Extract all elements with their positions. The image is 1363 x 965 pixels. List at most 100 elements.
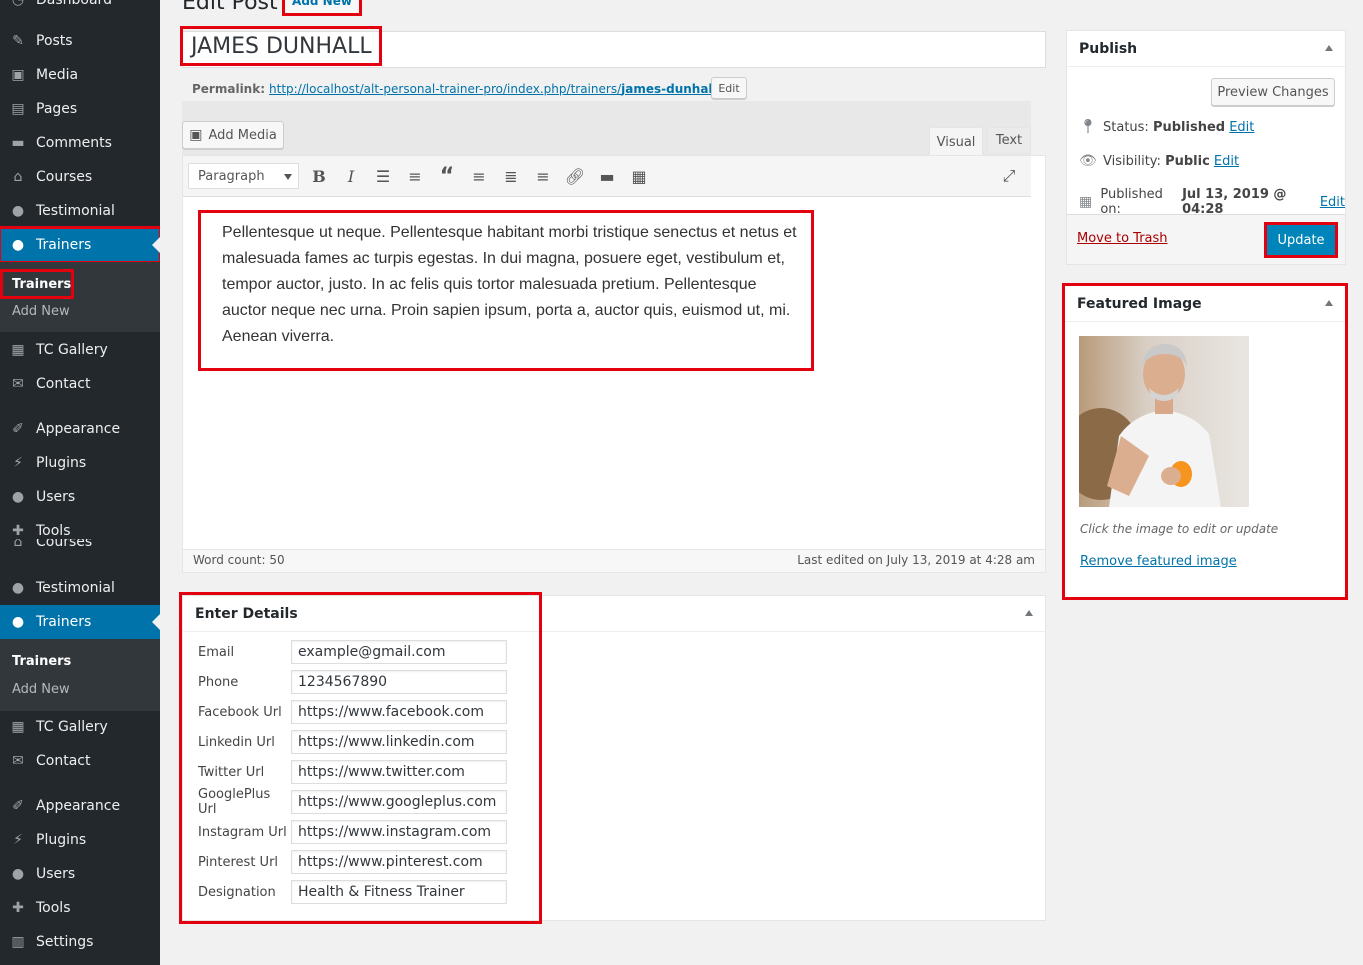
tab-text[interactable]: Text (987, 127, 1031, 154)
status-value: Published (1152, 119, 1226, 135)
gallery-icon: ▦ (11, 719, 25, 735)
email-input[interactable]: example@gmail.com (291, 640, 507, 664)
last-edited: Last edited on July 13, 2019 at 4:28 am (797, 553, 1035, 567)
phone-input[interactable]: 1234567890 (291, 670, 507, 694)
menu-label: Users (36, 489, 76, 505)
menu-users-2[interactable]: ● Users (0, 857, 160, 891)
menu-media[interactable]: ▣ Media (0, 58, 160, 92)
details-header[interactable]: Enter Details (183, 596, 1045, 632)
status-label: Status: (1103, 119, 1149, 135)
toolbar-toggle-icon[interactable]: ▦ (623, 161, 655, 191)
tab-visual[interactable]: Visual (929, 127, 983, 156)
instagram-input[interactable]: https://www.instagram.com (291, 820, 507, 844)
add-media-button[interactable]: ▣ Add Media (182, 121, 284, 149)
menu-pages[interactable]: ▤ Pages (0, 92, 160, 126)
menu-testimonial-2[interactable]: ● Testimonial (0, 571, 160, 605)
update-button[interactable]: Update (1264, 222, 1338, 258)
permalink-slug[interactable]: james-dunhall (621, 82, 717, 96)
pinterest-input[interactable]: https://www.pinterest.com (291, 850, 507, 874)
remove-featured-image-link[interactable]: Remove featured image (1080, 554, 1237, 569)
featured-header[interactable]: Featured Image (1065, 286, 1345, 322)
post-title[interactable]: JAMES DUNHALL (180, 26, 382, 66)
align-left-icon[interactable]: ≡ (463, 161, 495, 191)
published-value: Jul 13, 2019 @ 04:28 (1182, 187, 1287, 217)
submenu-trainers[interactable]: Trainers (0, 269, 74, 299)
menu-dashboard[interactable]: ◔ Dashboard (0, 0, 160, 17)
field-phone: Phone 1234567890 (198, 670, 528, 694)
menu-tc-gallery[interactable]: ▦ TC Gallery (0, 333, 160, 367)
menu-comments[interactable]: ▬ Comments (0, 126, 160, 160)
visibility-value: Public (1165, 153, 1210, 169)
pin-icon: 📍︎ (1079, 119, 1097, 135)
submenu-add-new[interactable]: Add New (0, 297, 160, 325)
publish-header[interactable]: Publish (1067, 31, 1345, 67)
collapse-arrow-icon[interactable] (1325, 300, 1333, 306)
menu-contact[interactable]: ✉ Contact (0, 367, 160, 401)
permalink-edit-button[interactable]: Edit (711, 77, 747, 99)
menu-appearance-2[interactable]: ✐ Appearance (0, 789, 160, 823)
visibility-edit-link[interactable]: Edit (1214, 154, 1239, 169)
format-value: Paragraph (198, 168, 265, 184)
permalink-label: Permalink: (192, 82, 266, 96)
mail-icon: ✉ (12, 753, 24, 769)
link-icon[interactable]: 🔗︎ (559, 161, 591, 191)
featured-title: Featured Image (1077, 295, 1202, 312)
blockquote-icon[interactable]: “ (431, 161, 463, 191)
designation-input[interactable]: Health & Fitness Trainer (291, 880, 507, 904)
calendar-icon: ▦ (1079, 194, 1093, 210)
submenu-add-new[interactable]: Add New (0, 675, 160, 703)
menu-label: Plugins (36, 832, 87, 848)
gallery-icon: ▦ (11, 342, 25, 358)
read-more-icon[interactable]: ▬ (591, 161, 623, 191)
googleplus-input[interactable]: https://www.googleplus.com (291, 790, 507, 814)
collapse-arrow-icon[interactable] (1025, 610, 1033, 616)
bullet-list-icon[interactable]: ☰ (367, 161, 399, 191)
fullscreen-icon[interactable]: ⤢ (993, 161, 1025, 191)
menu-appearance[interactable]: ✐ Appearance (0, 412, 160, 446)
menu-label: Settings (36, 934, 94, 950)
trainers-submenu-2: Trainers Add New (0, 639, 160, 711)
status-edit-link[interactable]: Edit (1229, 120, 1254, 135)
menu-label: Trainers (36, 237, 92, 253)
numbered-list-icon[interactable]: ≡ (399, 161, 431, 191)
permalink-base[interactable]: http://localhost/alt-personal-trainer-pr… (269, 82, 621, 96)
field-label: Pinterest Url (198, 854, 279, 870)
format-select[interactable]: Paragraph (188, 163, 299, 189)
menu-tools-2[interactable]: ✚ Tools (0, 891, 160, 925)
menu-users[interactable]: ● Users (0, 480, 160, 514)
menu-label: Tools (36, 523, 71, 539)
menu-trainers[interactable]: ● Trainers (0, 226, 160, 264)
status-line: 📍︎ Status: Published Edit (1079, 119, 1254, 135)
menu-contact-2[interactable]: ✉ Contact (0, 744, 160, 778)
bold-icon[interactable]: B (303, 161, 335, 191)
menu-label: Testimonial (36, 203, 115, 219)
align-right-icon[interactable]: ≡ (527, 161, 559, 191)
menu-plugins-2[interactable]: ⚡ Plugins (0, 823, 160, 857)
menu-trainers-2[interactable]: ● Trainers (0, 605, 160, 639)
add-new-button[interactable]: Add New (282, 0, 362, 16)
preview-changes-button[interactable]: Preview Changes (1211, 78, 1335, 106)
submenu-trainers[interactable]: Trainers (0, 647, 160, 675)
collapse-arrow-icon[interactable] (1325, 45, 1333, 51)
user-icon: ● (11, 614, 25, 630)
linkedin-input[interactable]: https://www.linkedin.com (291, 730, 507, 754)
menu-testimonial[interactable]: ● Testimonial (0, 194, 160, 228)
move-to-trash-link[interactable]: Move to Trash (1077, 231, 1168, 246)
menu-posts[interactable]: ✎ Posts (0, 24, 160, 58)
menu-label: Pages (36, 101, 78, 117)
menu-tc-gallery-2[interactable]: ▦ TC Gallery (0, 710, 160, 744)
menu-courses-cut[interactable]: ⌂ Courses (0, 539, 160, 559)
menu-courses[interactable]: ⌂ Courses (0, 160, 160, 194)
published-edit-link[interactable]: Edit (1320, 195, 1345, 210)
twitter-input[interactable]: https://www.twitter.com (291, 760, 507, 784)
page-icon: ▤ (11, 101, 25, 117)
dashboard-icon: ◔ (11, 0, 25, 8)
featured-image[interactable] (1079, 336, 1249, 507)
menu-settings[interactable]: ▥ Settings (0, 925, 160, 959)
menu-plugins[interactable]: ⚡ Plugins (0, 446, 160, 480)
italic-icon[interactable]: I (335, 161, 367, 191)
editor-content[interactable]: Pellentesque ut neque. Pellentesque habi… (198, 210, 814, 371)
facebook-input[interactable]: https://www.facebook.com (291, 700, 507, 724)
align-center-icon[interactable]: ≣ (495, 161, 527, 191)
mail-icon: ✉ (12, 376, 24, 392)
